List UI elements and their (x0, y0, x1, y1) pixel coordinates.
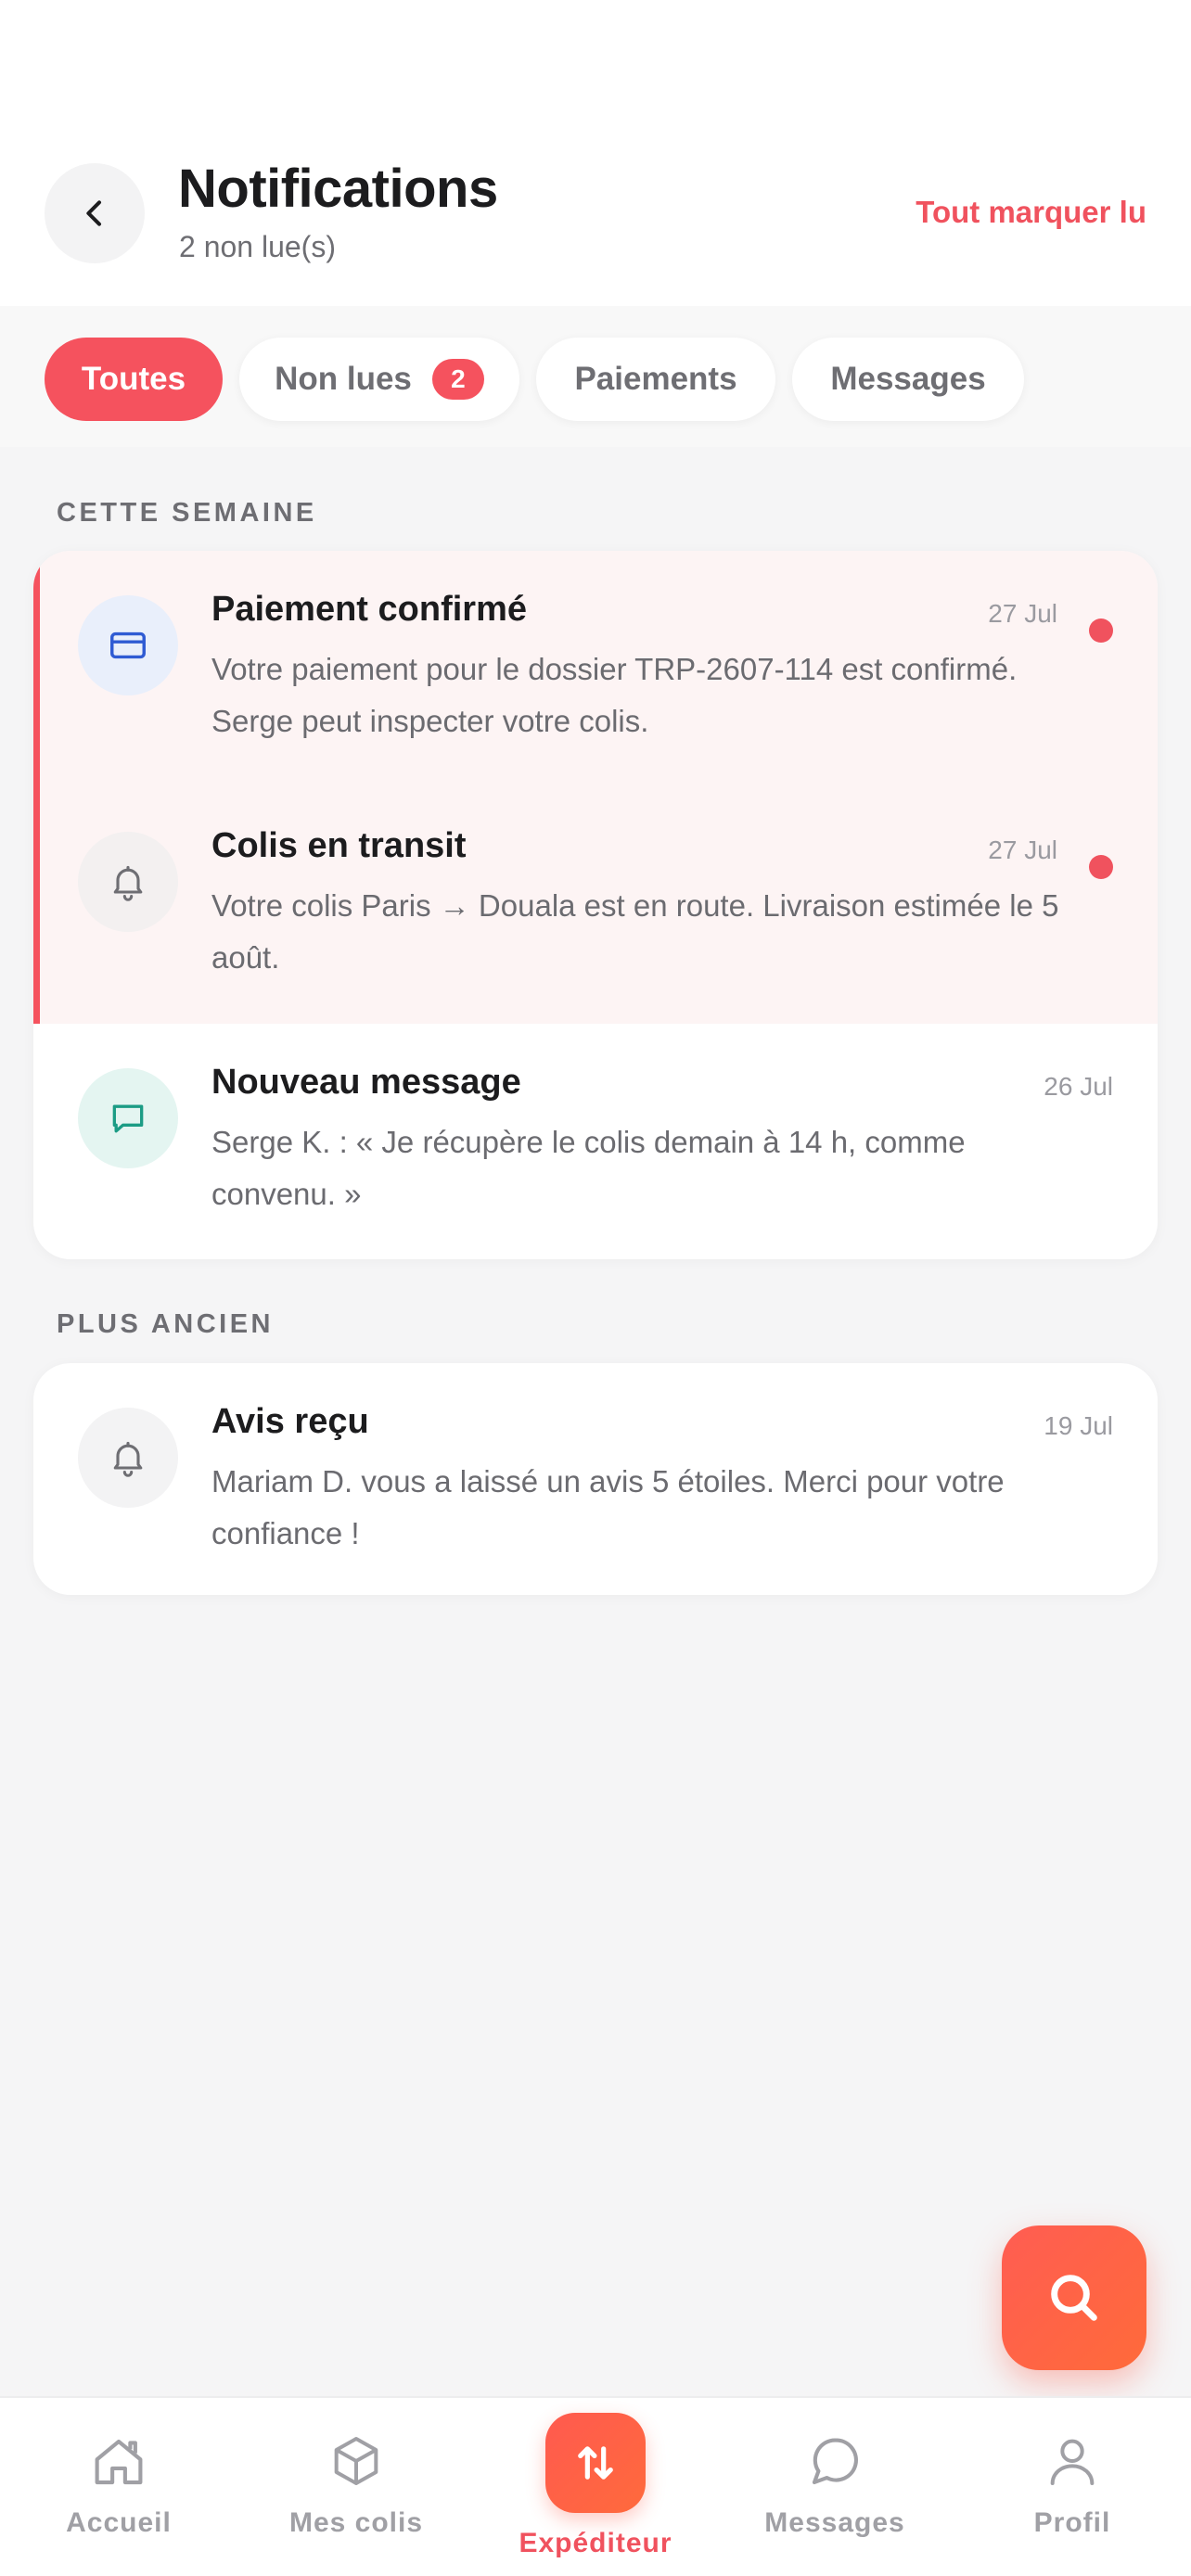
credit-card-icon (78, 595, 178, 695)
unread-count-subtitle: 2 non lue(s) (179, 230, 336, 263)
filter-chip-label: Non lues (275, 361, 412, 397)
unread-dot (1089, 618, 1113, 643)
bottom-tab-bar: Accueil Mes colis Expéditeur Messages Pr… (0, 2396, 1191, 2576)
filter-chip-label: Paiements (574, 361, 737, 397)
home-icon (95, 2439, 143, 2485)
tab-messages[interactable]: Messages (716, 2398, 954, 2576)
notification-title: Paiement confirmé (211, 590, 527, 629)
tab-label: Profil (1033, 2507, 1111, 2538)
search-fab[interactable] (1002, 2225, 1146, 2370)
notification-date: 19 Jul (1044, 1411, 1113, 1440)
tab-label: Accueil (66, 2507, 172, 2538)
box-icon (334, 2437, 378, 2485)
notification-body: Mariam D. vous a laissé un avis 5 étoile… (211, 1464, 1005, 1550)
notification-date: 26 Jul (1044, 1072, 1113, 1101)
tab-label: Expéditeur (519, 2528, 672, 2558)
notification-item[interactable]: Paiement confirmé 27 Jul Votre paiement … (33, 551, 1158, 787)
tab-my-parcels[interactable]: Mes colis (237, 2398, 475, 2576)
filter-chip-messages[interactable]: Messages (792, 338, 1024, 421)
unread-count-badge: 2 (431, 359, 484, 400)
user-icon (1050, 2439, 1095, 2485)
filter-chip-unread[interactable]: Non lues 2 (239, 338, 519, 421)
section-label-older: PLUS ANCIEN (57, 1309, 274, 1339)
page-title: Notifications (178, 159, 498, 219)
header: Notifications 2 non lue(s) Tout marquer … (0, 0, 1191, 306)
unread-dot (1089, 855, 1113, 879)
chat-icon (78, 1068, 178, 1168)
notification-date: 27 Jul (988, 835, 1057, 864)
filter-chip-label: Toutes (81, 361, 186, 397)
tab-sender[interactable]: Expéditeur (477, 2398, 714, 2576)
tab-label: Mes colis (288, 2507, 424, 2538)
notification-item[interactable]: Colis en transit 27 Jul Votre colis Pari… (33, 787, 1158, 1024)
search-icon (1051, 2275, 1097, 2321)
notification-body: Votre colis Paris → Douala est en route.… (211, 888, 1059, 975)
filter-chip-label: Messages (830, 361, 986, 397)
sender-button[interactable] (545, 2413, 646, 2513)
chat-bubble-icon (812, 2438, 858, 2485)
notification-date: 27 Jul (988, 599, 1057, 628)
notification-title: Avis reçu (211, 1402, 369, 1441)
notification-body: Serge K. : « Je récupère le colis demain… (211, 1125, 966, 1211)
mark-all-read-button[interactable]: Tout marquer lu (916, 195, 1146, 230)
notification-item[interactable]: Avis reçu 19 Jul Mariam D. vous a laissé… (33, 1363, 1158, 1595)
notification-list-this-week: Paiement confirmé 27 Jul Votre paiement … (33, 551, 1158, 1259)
notification-title: Nouveau message (211, 1063, 521, 1102)
notification-title: Colis en transit (211, 826, 467, 865)
back-button[interactable] (45, 163, 145, 263)
tab-label: Messages (764, 2507, 905, 2538)
section-label-this-week: CETTE SEMAINE (57, 498, 317, 528)
bell-icon (78, 832, 178, 932)
chevron-left-icon (86, 200, 101, 226)
filter-bar: Toutes Non lues 2 Paiements Messages (0, 306, 1191, 447)
bell-icon (78, 1408, 178, 1508)
notification-body: Votre paiement pour le dossier TRP-2607-… (211, 652, 1018, 738)
tab-profile[interactable]: Profil (954, 2398, 1191, 2576)
notification-list-older: Avis reçu 19 Jul Mariam D. vous a laissé… (33, 1363, 1158, 1595)
filter-chip-all[interactable]: Toutes (45, 338, 223, 421)
notification-item[interactable]: Nouveau message 26 Jul Serge K. : « Je r… (33, 1024, 1158, 1259)
swap-arrows-icon (578, 2446, 613, 2480)
tab-home[interactable]: Accueil (0, 2398, 237, 2576)
filter-chip-payments[interactable]: Paiements (536, 338, 775, 421)
